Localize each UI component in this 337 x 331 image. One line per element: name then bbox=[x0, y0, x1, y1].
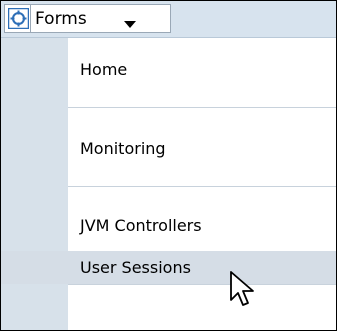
menu-item-monitoring[interactable]: Monitoring bbox=[68, 108, 336, 186]
menu-item-home[interactable]: Home bbox=[68, 38, 336, 107]
forms-app-icon bbox=[7, 7, 30, 30]
menu-item-jvm-controllers[interactable]: JVM Controllers bbox=[68, 187, 336, 251]
forms-menu-window: Forms Home Monitoring JVM Controllers Us… bbox=[0, 0, 337, 331]
menu-item-label: Home bbox=[80, 60, 128, 79]
menu-title: Forms bbox=[35, 9, 87, 29]
menu-bar: Forms bbox=[1, 1, 336, 38]
menu-item-label: Monitoring bbox=[80, 139, 166, 158]
menu-item-user-sessions[interactable]: User Sessions bbox=[1, 251, 336, 284]
menu-gutter bbox=[1, 38, 68, 330]
arrow-pointer-icon bbox=[229, 270, 261, 310]
chevron-down-icon[interactable] bbox=[123, 14, 137, 28]
menu-separator bbox=[68, 284, 336, 285]
menu-item-label: JVM Controllers bbox=[80, 216, 202, 235]
forms-menu-button[interactable]: Forms bbox=[4, 4, 171, 33]
menu-trigger-divider bbox=[30, 5, 31, 32]
menu-item-label: User Sessions bbox=[80, 258, 191, 277]
